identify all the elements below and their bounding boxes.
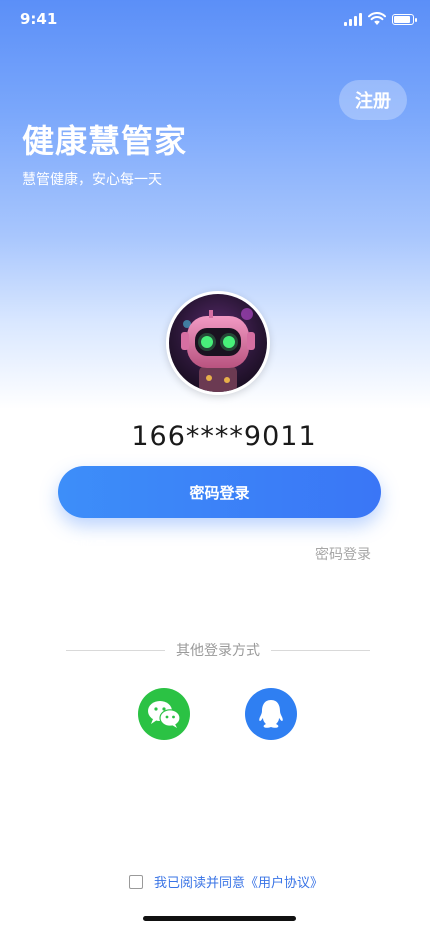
battery-icon [392,13,417,25]
app-title: 健康慧管家 [22,122,188,160]
agreement-text[interactable]: 我已阅读并同意《用户协议》 [154,872,323,891]
phone-number: 166****9011 [131,421,317,452]
wechat-login-button[interactable] [138,688,190,740]
switch-account-link[interactable]: 切换账号 [52,537,108,557]
wechat-icon [148,701,181,728]
status-bar: 9:41 [0,0,430,40]
password-login-link[interactable]: 密码登录 [315,544,371,564]
agreement-checkbox[interactable] [129,874,143,889]
signal-icon [344,12,362,26]
status-time: 9:41 [20,10,58,28]
other-login-divider: 其他登录方式 [66,640,370,660]
divider-line-left [66,649,165,651]
robot-avatar-icon [169,294,267,392]
qq-login-button[interactable] [245,688,297,740]
agreement-row: 我已阅读并同意《用户协议》 [129,872,323,891]
app-subtitle: 慧管健康，安心每一天 [22,172,162,188]
register-button[interactable]: 注册 [339,80,407,120]
other-login-label: 其他登录方式 [176,643,260,659]
qq-icon [259,700,283,728]
wifi-icon [368,12,386,25]
status-icons [344,12,417,26]
login-button[interactable]: 密码登录 [58,466,381,518]
divider-line-right [271,649,370,651]
avatar [166,291,270,395]
home-indicator [143,916,296,921]
